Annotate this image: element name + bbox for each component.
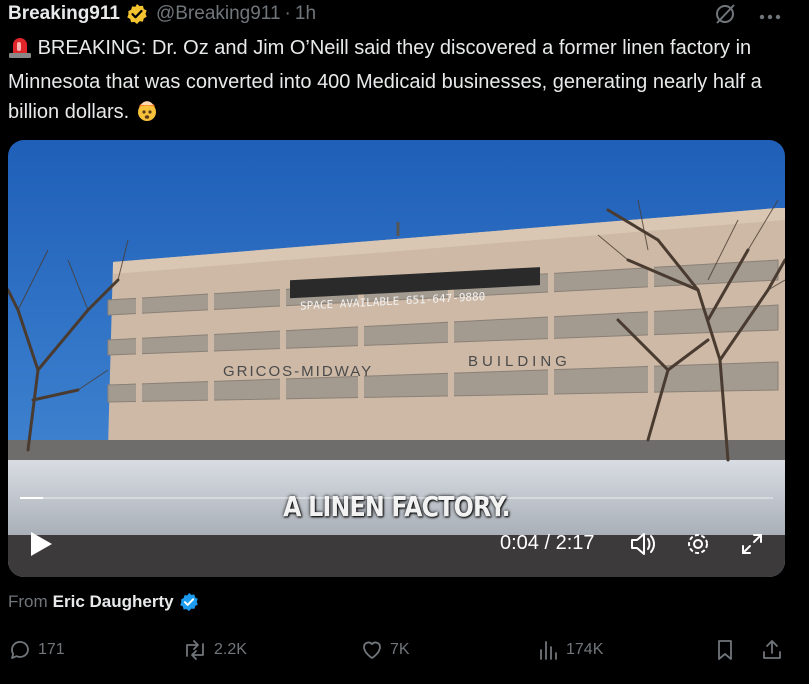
verified-blue-badge-icon: [179, 592, 199, 612]
exploding-head-emoji: [135, 98, 159, 131]
video-caption: A LINEN FACTORY.: [283, 490, 511, 523]
attribution-prefix: From: [8, 592, 48, 611]
bookmark-button[interactable]: [714, 638, 736, 662]
video-player[interactable]: SPACE AVAILABLE 651-647-9880 GRICOS-MIDW…: [8, 140, 785, 577]
fullscreen-icon[interactable]: [738, 530, 766, 558]
more-icon[interactable]: [759, 8, 781, 26]
settings-icon[interactable]: [684, 530, 712, 558]
author-handle[interactable]: @Breaking911: [156, 3, 281, 25]
video-progress-bar[interactable]: [20, 497, 773, 499]
like-count: 7K: [390, 641, 410, 658]
share-button[interactable]: [760, 638, 784, 662]
tweet-header: Breaking911 @Breaking911 · 1h: [8, 0, 801, 28]
video-progress-fill: [20, 497, 43, 499]
timestamp[interactable]: 1h: [295, 3, 316, 25]
play-icon[interactable]: [28, 530, 54, 558]
duration: 2:17: [555, 532, 595, 554]
current-time: 0:04: [500, 532, 539, 554]
siren-emoji: [8, 36, 32, 67]
bookmark-icon: [714, 638, 736, 662]
share-icon: [760, 638, 784, 662]
repost-count: 2.2K: [214, 641, 247, 658]
repost-button[interactable]: 2.2K: [182, 638, 247, 662]
action-bar: 171 2.2K 7K 174K: [0, 632, 809, 668]
attribution-name[interactable]: Eric Daugherty: [53, 592, 174, 612]
sign-building-left: GRICOS-MIDWAY: [223, 363, 373, 380]
like-icon: [360, 638, 384, 662]
author-name[interactable]: Breaking911: [8, 3, 120, 25]
sign-building-right: BUILDING: [468, 353, 571, 370]
views-button[interactable]: 174K: [538, 638, 603, 662]
tweet-text: BREAKING: Dr. Oz and Jim O’Neill said th…: [8, 33, 788, 131]
repost-icon: [182, 638, 208, 662]
video-timecode: 0:04 / 2:17: [500, 532, 595, 555]
reply-icon: [8, 638, 32, 662]
tweet-body: BREAKING: Dr. Oz and Jim O’Neill said th…: [8, 37, 762, 123]
reply-count: 171: [38, 641, 65, 658]
time-separator: /: [538, 532, 556, 554]
views-count: 174K: [566, 641, 604, 658]
grok-icon[interactable]: [713, 2, 737, 31]
verified-badge-icon[interactable]: [126, 3, 148, 25]
media-attribution: From Eric Daugherty: [8, 592, 199, 612]
reply-button[interactable]: 171: [8, 638, 65, 662]
like-button[interactable]: 7K: [360, 638, 410, 662]
views-icon: [538, 638, 560, 662]
separator-dot: ·: [284, 3, 291, 24]
volume-icon[interactable]: [628, 530, 656, 558]
